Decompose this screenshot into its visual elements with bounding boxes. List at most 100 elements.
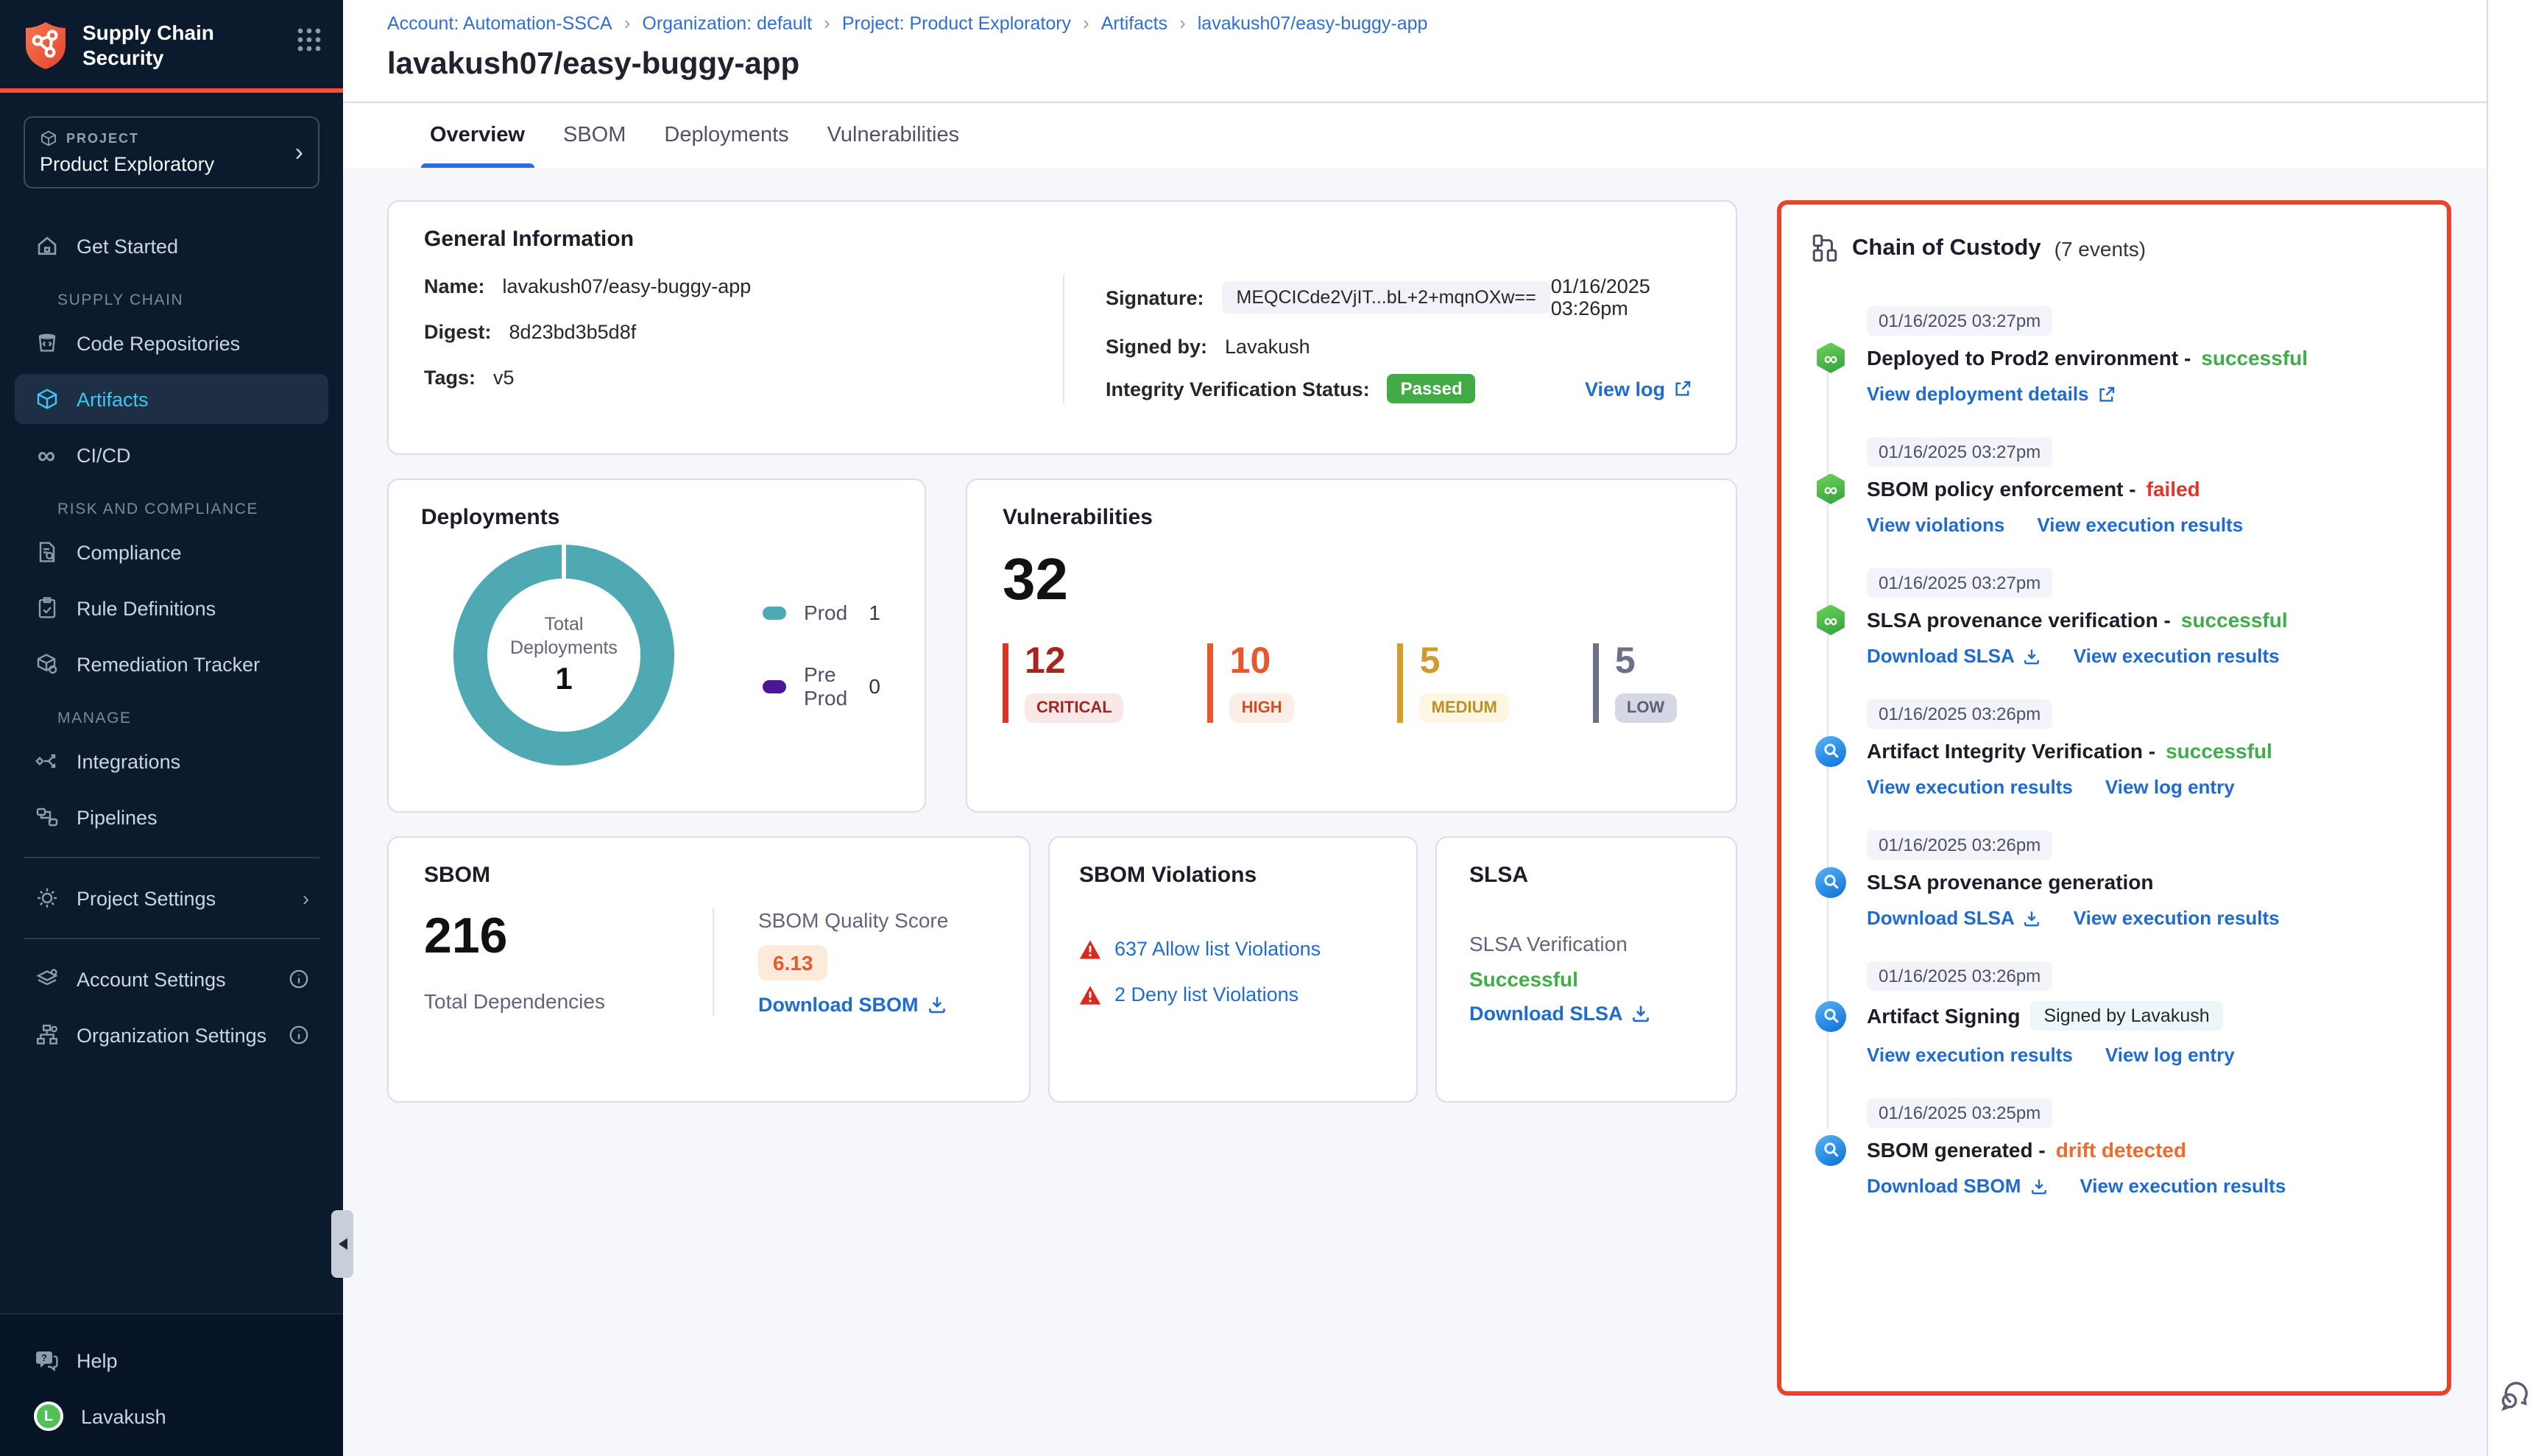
view-execution-results-link[interactable]: View execution results — [1867, 776, 2073, 798]
legend-value: 1 — [869, 601, 880, 624]
breadcrumb-organization[interactable]: Organization: default — [642, 13, 812, 33]
preprod-color-chip — [763, 679, 786, 693]
chain-of-custody-title: Chain of Custody — [1852, 235, 2041, 261]
legend-item-preprod: Pre Prod 0 — [763, 662, 880, 710]
sidebar-item-artifacts[interactable]: Artifacts — [15, 374, 328, 424]
clipboard-check-icon — [34, 596, 59, 621]
breadcrumb-account[interactable]: Account: Automation-SSCA — [387, 13, 612, 33]
breadcrumb-separator: › — [824, 12, 830, 34]
sbom-violations-card: SBOM Violations 637 Allow list Violation… — [1048, 836, 1418, 1103]
tab-sbom[interactable]: SBOM — [563, 103, 626, 168]
tags-label: Tags: — [424, 367, 476, 389]
view-execution-results-link[interactable]: View execution results — [2080, 1175, 2286, 1197]
signed-by-label: Signed by: — [1106, 336, 1207, 358]
chevron-right-icon: › — [303, 887, 309, 909]
view-violations-link[interactable]: View violations — [1867, 514, 2004, 536]
tab-deployments[interactable]: Deployments — [664, 103, 788, 168]
event-title: Deployed to Prod2 environment - — [1867, 346, 2191, 370]
svg-text:?: ? — [41, 1352, 47, 1363]
project-eyebrow: PROJECT — [66, 131, 139, 146]
download-slsa-link[interactable]: Download SLSA — [1867, 645, 2041, 667]
feedback-chat-icon[interactable] — [2497, 1377, 2535, 1415]
view-log-entry-link[interactable]: View log entry — [2105, 776, 2235, 798]
view-log-link[interactable]: View log — [1585, 378, 1700, 400]
severity-high: 10 HIGH — [1208, 643, 1314, 723]
slsa-verification-label: SLSA Verification — [1469, 932, 1703, 955]
event-status: drift detected — [2056, 1138, 2186, 1162]
breadcrumb-artifacts[interactable]: Artifacts — [1101, 13, 1167, 33]
breadcrumb-project[interactable]: Project: Product Exploratory — [842, 13, 1071, 33]
view-execution-results-link[interactable]: View execution results — [2074, 907, 2280, 929]
user-menu[interactable]: L Lavakush — [15, 1391, 328, 1441]
timeline-event: 01/16/2025 03:27pm ∞ SBOM policy enforce… — [1814, 437, 2417, 536]
module-switcher-icon[interactable] — [296, 26, 322, 53]
event-timestamp: 01/16/2025 03:27pm — [1867, 568, 2052, 598]
sidebar-item-rule-definitions[interactable]: Rule Definitions — [15, 583, 328, 633]
sbom-quality-score-value: 6.13 — [758, 945, 828, 980]
sidebar-item-label: Account Settings — [77, 968, 226, 990]
events-count: (7 events) — [2054, 236, 2146, 260]
download-icon — [2024, 909, 2041, 927]
chevron-right-icon: › — [295, 140, 303, 165]
signature-value: MEQCICde2VjIT...bL+2+mqnOXw== — [1222, 281, 1551, 314]
signature-label: Signature: — [1106, 286, 1204, 308]
sidebar-item-label: Help — [77, 1349, 118, 1371]
module-accent-bar — [0, 88, 343, 93]
view-execution-results-link[interactable]: View execution results — [1867, 1044, 2073, 1066]
download-sbom-link[interactable]: Download SBOM — [1867, 1175, 2047, 1197]
sidebar-item-project-settings[interactable]: Project Settings › — [15, 873, 328, 923]
view-execution-results-link[interactable]: View execution results — [2037, 514, 2243, 536]
timeline-event: 01/16/2025 03:26pm SLSA provenance gener… — [1814, 830, 2417, 929]
general-information-card: General Information Name:lavakush07/easy… — [387, 200, 1737, 455]
timeline-event: 01/16/2025 03:27pm ∞ SLSA provenance ver… — [1814, 568, 2417, 667]
sidebar-item-integrations[interactable]: Integrations — [15, 736, 328, 786]
deny-list-violations-link[interactable]: 2 Deny list Violations — [1114, 983, 1298, 1006]
pipeline-event-icon: ∞ — [1815, 604, 1846, 635]
view-log-entry-link[interactable]: View log entry — [2105, 1044, 2235, 1066]
sidebar-item-remediation-tracker[interactable]: Remediation Tracker — [15, 639, 328, 689]
sidebar: Supply Chain Security — [0, 0, 343, 1456]
severity-badge: LOW — [1615, 693, 1676, 723]
download-sbom-link[interactable]: Download SBOM — [758, 994, 947, 1016]
tab-vulnerabilities[interactable]: Vulnerabilities — [827, 103, 959, 168]
sidebar-item-help[interactable]: ? Help — [15, 1335, 328, 1385]
organization-settings-icon — [34, 1022, 59, 1047]
allow-list-violations-link[interactable]: 637 Allow list Violations — [1114, 938, 1321, 960]
sidebar-item-compliance[interactable]: Compliance — [15, 527, 328, 577]
remediation-cube-icon — [34, 651, 59, 676]
legend-item-prod: Prod 1 — [763, 601, 880, 624]
section-label-supply-chain: SUPPLY CHAIN — [57, 291, 319, 309]
signature-date: 01/16/2025 03:26pm — [1551, 275, 1700, 319]
breadcrumb-artifact-name[interactable]: lavakush07/easy-buggy-app — [1198, 13, 1428, 33]
main-area: Account: Automation-SSCA › Organization:… — [343, 0, 2544, 1456]
sidebar-item-cicd[interactable]: ∞ CI/CD — [15, 430, 328, 480]
collapse-arrow-icon — [338, 1238, 347, 1250]
legend-value: 0 — [869, 674, 880, 698]
download-slsa-link[interactable]: Download SLSA — [1867, 907, 2041, 929]
sidebar-collapse-handle[interactable] — [331, 1210, 353, 1278]
timeline-event: 01/16/2025 03:26pm Artifact Integrity Ve… — [1814, 699, 2417, 798]
section-label-manage: MANAGE — [57, 710, 319, 727]
hierarchy-icon — [1811, 234, 1839, 262]
event-title: SLSA provenance verification - — [1867, 608, 2171, 632]
severity-count: 12 — [1025, 643, 1124, 680]
sidebar-item-label: Remediation Tracker — [77, 653, 260, 675]
card-title: SLSA — [1469, 863, 1703, 888]
view-deployment-details-link[interactable]: View deployment details — [1867, 383, 2116, 405]
event-timestamp: 01/16/2025 03:25pm — [1867, 1098, 2052, 1128]
app-window: Supply Chain Security — [0, 0, 2544, 1456]
sidebar-item-pipelines[interactable]: Pipelines — [15, 792, 328, 842]
project-selector[interactable]: PROJECT Product Exploratory › — [24, 116, 319, 188]
integrity-status-label: Integrity Verification Status: — [1106, 378, 1370, 400]
donut-total: 1 — [555, 662, 572, 698]
sidebar-item-account-settings[interactable]: Account Settings — [15, 954, 328, 1004]
tab-overview[interactable]: Overview — [430, 103, 525, 168]
sidebar-item-get-started[interactable]: Get Started — [15, 221, 328, 271]
sidebar-item-code-repositories[interactable]: Code Repositories — [15, 318, 328, 368]
digest-value: 8d23bd3b5d8f — [509, 321, 637, 343]
view-execution-results-link[interactable]: View execution results — [2074, 645, 2280, 667]
sidebar-item-label: Integrations — [77, 750, 180, 772]
download-slsa-link[interactable]: Download SLSA — [1469, 1003, 1703, 1025]
sidebar-item-label: CI/CD — [77, 444, 131, 466]
sidebar-item-organization-settings[interactable]: Organization Settings — [15, 1010, 328, 1060]
